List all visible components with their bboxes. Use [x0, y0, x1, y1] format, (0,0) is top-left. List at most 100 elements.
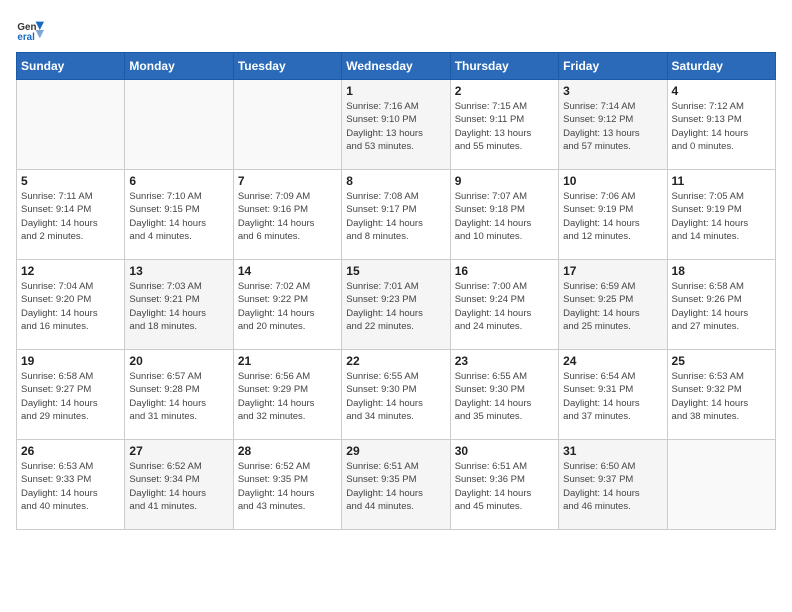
calendar-cell: 7Sunrise: 7:09 AM Sunset: 9:16 PM Daylig…	[233, 170, 341, 260]
day-number: 24	[563, 354, 662, 368]
calendar-cell: 28 Sunrise: 6:52 AM Sunset: 9:35 PM Dayli…	[233, 440, 341, 530]
calendar-cell: 31 Sunrise: 6:50 AM Sunset: 9:37 PM Dayli…	[559, 440, 667, 530]
calendar-week-row: 26 Sunrise: 6:53 AM Sunset: 9:33 PM Dayli…	[17, 440, 776, 530]
day-number: 13	[129, 264, 228, 278]
day-info: Sunrise: 7:10 AM Sunset: 9:15 PM Dayligh…	[129, 190, 228, 243]
day-number: 23	[455, 354, 554, 368]
calendar-cell: 18 Sunrise: 6:58 AM Sunset: 9:26 PM Dayli…	[667, 260, 775, 350]
calendar-table: SundayMondayTuesdayWednesdayThursdayFrid…	[16, 52, 776, 530]
day-number: 26	[21, 444, 120, 458]
day-number: 6	[129, 174, 228, 188]
weekday-header-row: SundayMondayTuesdayWednesdayThursdayFrid…	[17, 53, 776, 80]
day-number: 4	[672, 84, 771, 98]
day-number: 10	[563, 174, 662, 188]
calendar-cell: 9 Sunrise: 7:07 AM Sunset: 9:18 PM Daylig…	[450, 170, 558, 260]
calendar-cell: 6 Sunrise: 7:10 AM Sunset: 9:15 PM Daylig…	[125, 170, 233, 260]
day-number: 16	[455, 264, 554, 278]
calendar-cell: 10 Sunrise: 7:06 AM Sunset: 9:19 PM Dayli…	[559, 170, 667, 260]
calendar-cell: 8 Sunrise: 7:08 AM Sunset: 9:17 PM Daylig…	[342, 170, 450, 260]
day-number: 3	[563, 84, 662, 98]
header: Gen eral	[16, 16, 776, 44]
day-number: 22	[346, 354, 445, 368]
day-number: 17	[563, 264, 662, 278]
svg-text:eral: eral	[17, 32, 35, 43]
day-number: 18	[672, 264, 771, 278]
day-info: Sunrise: 7:14 AM Sunset: 9:12 PM Dayligh…	[563, 100, 662, 153]
day-number: 15	[346, 264, 445, 278]
day-info: Sunrise: 7:00 AM Sunset: 9:24 PM Dayligh…	[455, 280, 554, 333]
day-info: Sunrise: 7:07 AM Sunset: 9:18 PM Dayligh…	[455, 190, 554, 243]
calendar-cell	[17, 80, 125, 170]
day-number: 27	[129, 444, 228, 458]
calendar-week-row: 12Sunrise: 7:04 AM Sunset: 9:20 PM Dayli…	[17, 260, 776, 350]
day-info: Sunrise: 7:12 AM Sunset: 9:13 PM Dayligh…	[672, 100, 771, 153]
day-info: Sunrise: 7:05 AM Sunset: 9:19 PM Dayligh…	[672, 190, 771, 243]
day-info: Sunrise: 7:01 AM Sunset: 9:23 PM Dayligh…	[346, 280, 445, 333]
weekday-header-wednesday: Wednesday	[342, 53, 450, 80]
day-info: Sunrise: 7:15 AM Sunset: 9:11 PM Dayligh…	[455, 100, 554, 153]
day-number: 1	[346, 84, 445, 98]
day-info: Sunrise: 6:59 AM Sunset: 9:25 PM Dayligh…	[563, 280, 662, 333]
logo-icon: Gen eral	[16, 16, 44, 44]
day-number: 2	[455, 84, 554, 98]
day-number: 29	[346, 444, 445, 458]
calendar-cell: 5Sunrise: 7:11 AM Sunset: 9:14 PM Daylig…	[17, 170, 125, 260]
calendar-cell: 23 Sunrise: 6:55 AM Sunset: 9:30 PM Dayli…	[450, 350, 558, 440]
day-info: Sunrise: 6:56 AM Sunset: 9:29 PM Dayligh…	[238, 370, 337, 423]
calendar-cell: 2 Sunrise: 7:15 AM Sunset: 9:11 PM Daylig…	[450, 80, 558, 170]
logo: Gen eral	[16, 16, 48, 44]
calendar-week-row: 19 Sunrise: 6:58 AM Sunset: 9:27 PM Dayli…	[17, 350, 776, 440]
day-number: 21	[238, 354, 337, 368]
calendar-week-row: 1 Sunrise: 7:16 AM Sunset: 9:10 PM Daylig…	[17, 80, 776, 170]
weekday-header-sunday: Sunday	[17, 53, 125, 80]
day-number: 11	[672, 174, 771, 188]
calendar-cell: 4 Sunrise: 7:12 AM Sunset: 9:13 PM Daylig…	[667, 80, 775, 170]
day-info: Sunrise: 6:55 AM Sunset: 9:30 PM Dayligh…	[346, 370, 445, 423]
weekday-header-monday: Monday	[125, 53, 233, 80]
calendar-cell: 13Sunrise: 7:03 AM Sunset: 9:21 PM Dayli…	[125, 260, 233, 350]
weekday-header-thursday: Thursday	[450, 53, 558, 80]
calendar-cell: 17 Sunrise: 6:59 AM Sunset: 9:25 PM Dayli…	[559, 260, 667, 350]
day-info: Sunrise: 6:53 AM Sunset: 9:33 PM Dayligh…	[21, 460, 120, 513]
day-number: 20	[129, 354, 228, 368]
day-number: 9	[455, 174, 554, 188]
day-info: Sunrise: 6:58 AM Sunset: 9:27 PM Dayligh…	[21, 370, 120, 423]
calendar-cell: 20Sunrise: 6:57 AM Sunset: 9:28 PM Dayli…	[125, 350, 233, 440]
day-info: Sunrise: 7:02 AM Sunset: 9:22 PM Dayligh…	[238, 280, 337, 333]
day-number: 5	[21, 174, 120, 188]
day-number: 30	[455, 444, 554, 458]
calendar-cell: 1 Sunrise: 7:16 AM Sunset: 9:10 PM Daylig…	[342, 80, 450, 170]
calendar-cell: 30 Sunrise: 6:51 AM Sunset: 9:36 PM Dayli…	[450, 440, 558, 530]
day-info: Sunrise: 6:58 AM Sunset: 9:26 PM Dayligh…	[672, 280, 771, 333]
day-info: Sunrise: 7:06 AM Sunset: 9:19 PM Dayligh…	[563, 190, 662, 243]
day-number: 19	[21, 354, 120, 368]
calendar-cell	[667, 440, 775, 530]
calendar-cell	[233, 80, 341, 170]
calendar-cell: 15 Sunrise: 7:01 AM Sunset: 9:23 PM Dayli…	[342, 260, 450, 350]
calendar-cell: 25Sunrise: 6:53 AM Sunset: 9:32 PM Dayli…	[667, 350, 775, 440]
calendar-cell: 19 Sunrise: 6:58 AM Sunset: 9:27 PM Dayli…	[17, 350, 125, 440]
calendar-cell: 27Sunrise: 6:52 AM Sunset: 9:34 PM Dayli…	[125, 440, 233, 530]
weekday-header-saturday: Saturday	[667, 53, 775, 80]
day-number: 8	[346, 174, 445, 188]
calendar-cell: 26 Sunrise: 6:53 AM Sunset: 9:33 PM Dayli…	[17, 440, 125, 530]
day-number: 28	[238, 444, 337, 458]
calendar-cell: 22 Sunrise: 6:55 AM Sunset: 9:30 PM Dayli…	[342, 350, 450, 440]
day-info: Sunrise: 6:52 AM Sunset: 9:35 PM Dayligh…	[238, 460, 337, 513]
calendar-cell: 11 Sunrise: 7:05 AM Sunset: 9:19 PM Dayli…	[667, 170, 775, 260]
day-number: 7	[238, 174, 337, 188]
day-info: Sunrise: 6:55 AM Sunset: 9:30 PM Dayligh…	[455, 370, 554, 423]
day-info: Sunrise: 6:51 AM Sunset: 9:35 PM Dayligh…	[346, 460, 445, 513]
calendar-cell: 3 Sunrise: 7:14 AM Sunset: 9:12 PM Daylig…	[559, 80, 667, 170]
calendar-cell: 14Sunrise: 7:02 AM Sunset: 9:22 PM Dayli…	[233, 260, 341, 350]
weekday-header-tuesday: Tuesday	[233, 53, 341, 80]
calendar-cell: 12Sunrise: 7:04 AM Sunset: 9:20 PM Dayli…	[17, 260, 125, 350]
weekday-header-friday: Friday	[559, 53, 667, 80]
day-info: Sunrise: 7:08 AM Sunset: 9:17 PM Dayligh…	[346, 190, 445, 243]
day-info: Sunrise: 6:50 AM Sunset: 9:37 PM Dayligh…	[563, 460, 662, 513]
day-info: Sunrise: 6:51 AM Sunset: 9:36 PM Dayligh…	[455, 460, 554, 513]
day-number: 25	[672, 354, 771, 368]
day-info: Sunrise: 7:16 AM Sunset: 9:10 PM Dayligh…	[346, 100, 445, 153]
calendar-week-row: 5Sunrise: 7:11 AM Sunset: 9:14 PM Daylig…	[17, 170, 776, 260]
day-number: 31	[563, 444, 662, 458]
